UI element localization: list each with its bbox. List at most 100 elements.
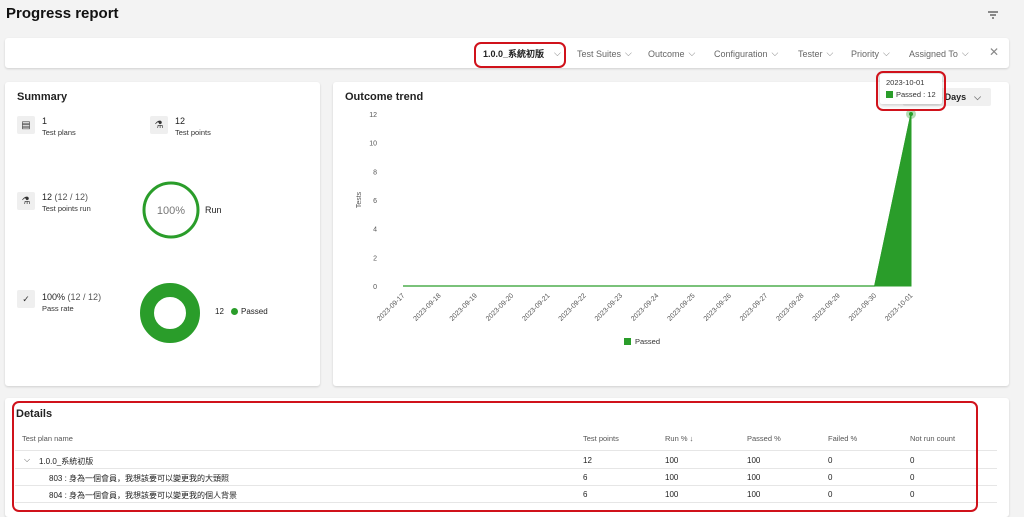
chevron-down-icon: ⌵ <box>826 48 834 58</box>
row-name: 803 : 身為一個會員，我想該要可以變更我的大頭照 <box>49 474 230 483</box>
row-points: 12 <box>583 456 592 465</box>
y-tick-label: 4 <box>373 227 377 234</box>
y-tick-label: 2 <box>373 255 377 262</box>
run-label: Run <box>205 205 222 215</box>
filter-tester[interactable]: Tester ⌵ <box>798 48 833 59</box>
summary-card: Summary ▤ 1 Test plans ⚗ 12 Test points … <box>5 82 320 386</box>
y-tick-label: 12 <box>369 112 377 119</box>
y-tick-label: 8 <box>373 169 377 176</box>
series-area <box>403 113 912 287</box>
points-run-number: 12 <box>42 192 53 202</box>
filter-label: Configuration <box>714 48 768 59</box>
filter-priority[interactable]: Priority ⌵ <box>851 48 890 59</box>
row-notrun: 0 <box>910 473 915 482</box>
y-tick-label: 6 <box>373 198 377 205</box>
x-tick-label: 2023-09-26 <box>703 292 733 322</box>
pass-donut-ring <box>140 283 200 343</box>
test-plan-selector[interactable]: 1.0.0_系統初版 ⌵ <box>483 47 561 60</box>
flask-icon: ⚗ <box>17 192 35 210</box>
summary-title: Summary <box>17 91 68 103</box>
legend-swatch <box>624 338 631 345</box>
test-points-value: 12 <box>175 116 186 126</box>
col-header-name[interactable]: Test plan name <box>22 434 73 443</box>
x-tick-label: 2023-09-21 <box>521 292 551 322</box>
x-tick-label: 2023-09-27 <box>739 292 769 322</box>
check-icon: ✓ <box>17 290 35 308</box>
header-divider <box>15 450 997 451</box>
y-axis-label: Tests <box>356 191 363 208</box>
row-failed: 0 <box>828 456 833 465</box>
filter-configuration[interactable]: Configuration ⌵ <box>714 48 778 59</box>
pass-rate-label: Pass rate <box>42 304 74 313</box>
col-header-failed[interactable]: Failed % <box>828 434 857 443</box>
details-card: Details Test plan name Test points Run %… <box>5 398 1009 517</box>
selected-plan-label: 1.0.0_系統初版 <box>483 49 545 59</box>
row-notrun: 0 <box>910 490 915 499</box>
x-tick-label: 2023-09-29 <box>812 292 842 322</box>
x-tick-label: 2023-09-23 <box>594 292 624 322</box>
row-run: 100 <box>665 473 679 482</box>
filter-label: Tester <box>798 48 823 59</box>
filter-outcome[interactable]: Outcome ⌵ <box>648 48 695 59</box>
legend-label: Passed <box>635 337 660 346</box>
filter-test-suites[interactable]: Test Suites ⌵ <box>577 48 632 59</box>
run-percent: 100% <box>157 205 185 217</box>
row-failed: 0 <box>828 473 833 482</box>
row-passed: 100 <box>747 490 761 499</box>
x-tick-label: 2023-09-30 <box>848 292 878 322</box>
col-header-points[interactable]: Test points <box>583 434 619 443</box>
run-donut: 100% <box>142 181 200 239</box>
x-tick-label: 2023-09-25 <box>666 292 696 322</box>
x-tick-label: 2023-09-19 <box>449 292 479 322</box>
row-name: 804 : 身為一個會員，我想該要可以變更我的個人背景 <box>49 491 238 500</box>
points-run-detail: (12 / 12) <box>54 192 89 202</box>
x-tick-label: 2023-09-18 <box>412 292 442 322</box>
chevron-down-icon: ⌵ <box>883 48 890 58</box>
test-points-label: Test points <box>175 128 211 137</box>
filter-assigned-to[interactable]: Assigned To ⌵ <box>909 48 969 59</box>
row-run: 100 <box>665 490 679 499</box>
trend-chart: 024681012Tests2023-09-17 2023-09-18 2023-0… <box>356 109 916 346</box>
outcome-trend-card: Outcome trend 4 Days ⌵ 2023-10-01 Passed… <box>333 74 1009 386</box>
col-header-run[interactable]: Run % ↓ <box>665 434 693 443</box>
pass-rate-number: 100% <box>42 292 66 302</box>
filter-label: Priority <box>851 48 880 59</box>
x-tick-label: 2023-09-28 <box>775 292 805 322</box>
row-failed: 0 <box>828 490 833 499</box>
filter-label: Assigned To <box>909 48 958 59</box>
chevron-down-icon: ⌵ <box>771 48 779 58</box>
row-name: 1.0.0_系統初版 <box>39 457 94 466</box>
pass-legend-label: Passed <box>241 307 268 316</box>
data-point <box>909 112 913 116</box>
col-header-passed[interactable]: Passed % <box>747 434 781 443</box>
row-divider <box>15 485 997 486</box>
close-icon[interactable]: ✕ <box>989 45 999 59</box>
details-title: Details <box>16 408 53 420</box>
series-line <box>403 113 912 287</box>
row-passed: 100 <box>747 456 761 465</box>
passed-legend-dot <box>231 308 238 315</box>
chevron-down-icon: ⌵ <box>961 48 969 58</box>
pass-rate-detail: (12 / 12) <box>67 292 102 302</box>
x-tick-label: 2023-10-01 <box>884 292 914 322</box>
y-tick-label: 10 <box>369 141 377 148</box>
filter-icon[interactable] <box>986 8 1000 22</box>
filter-bar: 1.0.0_系統初版 ⌵ Test Suites ⌵ Outcome ⌵ Confi… <box>5 38 1009 68</box>
points-run-label: Test points run <box>42 204 91 213</box>
x-tick-label: 2023-09-22 <box>558 292 588 322</box>
chevron-down-icon: ⌵ <box>554 48 561 58</box>
test-plans-label: Test plans <box>42 128 76 137</box>
row-divider <box>15 468 997 469</box>
pass-donut <box>140 283 200 343</box>
y-tick-label: 0 <box>373 284 377 291</box>
filter-label: Test Suites <box>577 48 622 59</box>
points-run-value: 12 (12 / 12) <box>42 192 88 202</box>
page-title: Progress report <box>6 5 119 22</box>
row-run: 100 <box>665 456 679 465</box>
chevron-down-icon[interactable]: ⌵ <box>24 455 30 465</box>
x-tick-label: 2023-09-17 <box>376 292 406 322</box>
col-header-notrun[interactable]: Not run count <box>910 434 955 443</box>
pass-rate-value: 100% (12 / 12) <box>42 292 101 302</box>
pass-count: 12 <box>215 307 224 316</box>
row-passed: 100 <box>747 473 761 482</box>
